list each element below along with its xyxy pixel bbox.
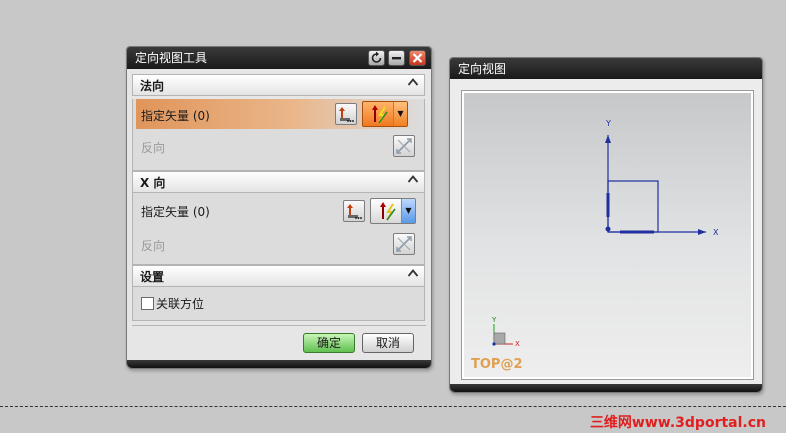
dialog-title: 定向视图工具 xyxy=(135,51,208,65)
orient-view-dialog: 定向视图工具 法向 指定矢量 (0) ▼ 反向 X 向 指定矢量 (0) ▼ 反… xyxy=(126,46,432,369)
ok-button[interactable]: 确定 xyxy=(303,333,355,353)
section-title-settings: 设置 xyxy=(140,270,165,284)
close-icon[interactable] xyxy=(409,50,426,66)
dropdown-arrow-icon[interactable]: ▼ xyxy=(401,199,415,223)
graphics-viewport[interactable]: Y X Y X TOP@2 xyxy=(461,90,754,380)
view-name-label: TOP@2 xyxy=(471,357,523,372)
y-axis-label: Y xyxy=(605,119,611,128)
specify-vector-row-x[interactable]: 指定矢量 (0) ▼ xyxy=(133,193,424,227)
associative-label: 关联方位 xyxy=(156,297,205,311)
specify-vector-label: 指定矢量 (0) xyxy=(141,109,210,123)
y-axis-arrow xyxy=(605,135,611,143)
view-title-bar[interactable]: 定向视图 xyxy=(450,58,762,79)
coordinate-triad: Y X Y X xyxy=(491,119,719,348)
collapse-icon[interactable] xyxy=(404,174,421,190)
section-title-normal: 法向 xyxy=(140,79,165,93)
reload-icon[interactable] xyxy=(368,50,385,66)
view-title: 定向视图 xyxy=(458,62,507,76)
section-header-settings[interactable]: 设置 xyxy=(132,265,425,287)
collapse-icon[interactable] xyxy=(404,268,421,284)
reverse-direction-icon[interactable] xyxy=(393,135,415,157)
vector-dialog-icon[interactable] xyxy=(335,103,357,125)
section-body-normal: 指定矢量 (0) ▼ 反向 xyxy=(132,99,425,171)
inferred-vector-icon[interactable]: ▼ xyxy=(362,101,408,127)
collapse-icon[interactable] xyxy=(404,77,421,93)
mini-origin xyxy=(492,342,496,346)
orient-view-window: 定向视图 Y X Y X TOP@2 xyxy=(449,57,763,393)
x-axis-label: X xyxy=(713,228,719,237)
reverse-label: 反向 xyxy=(141,239,166,253)
origin-point xyxy=(605,226,611,232)
specify-vector-row-normal[interactable]: 指定矢量 (0) ▼ xyxy=(136,99,421,129)
plane-square xyxy=(607,180,659,233)
mini-x-label: X xyxy=(515,340,520,348)
reverse-direction-icon[interactable] xyxy=(393,233,415,255)
mini-plane xyxy=(493,332,506,345)
section-title-x: X 向 xyxy=(140,176,166,190)
section-body-x: 指定矢量 (0) ▼ 反向 xyxy=(132,193,425,265)
section-header-normal[interactable]: 法向 xyxy=(132,74,425,96)
reverse-row-x: 反向 xyxy=(133,227,424,263)
dialog-title-bar[interactable]: 定向视图工具 xyxy=(127,47,431,69)
specify-vector-label: 指定矢量 (0) xyxy=(141,205,210,219)
footer-divider xyxy=(132,325,426,326)
section-header-x[interactable]: X 向 xyxy=(132,171,425,193)
section-body-settings: 关联方位 xyxy=(132,287,425,321)
reverse-row-normal: 反向 xyxy=(133,129,424,165)
cancel-button[interactable]: 取消 xyxy=(362,333,414,353)
mini-y-label: Y xyxy=(491,316,497,324)
x-axis-arrow xyxy=(698,229,706,235)
reverse-label: 反向 xyxy=(141,141,166,155)
dropdown-arrow-icon[interactable]: ▼ xyxy=(393,102,407,126)
vector-dialog-icon[interactable] xyxy=(343,200,365,222)
dialog-body: 法向 指定矢量 (0) ▼ 反向 X 向 指定矢量 (0) ▼ 反向 设置 关联… xyxy=(132,74,425,321)
inferred-vector-icon[interactable]: ▼ xyxy=(370,198,416,224)
minimize-icon[interactable] xyxy=(388,50,405,66)
associative-checkbox[interactable] xyxy=(141,297,154,310)
dashed-separator xyxy=(0,406,786,407)
watermark-text: 三维网www.3dportal.cn xyxy=(589,415,766,431)
view-bottom-bar xyxy=(450,384,762,392)
dialog-bottom-bar xyxy=(127,360,431,368)
